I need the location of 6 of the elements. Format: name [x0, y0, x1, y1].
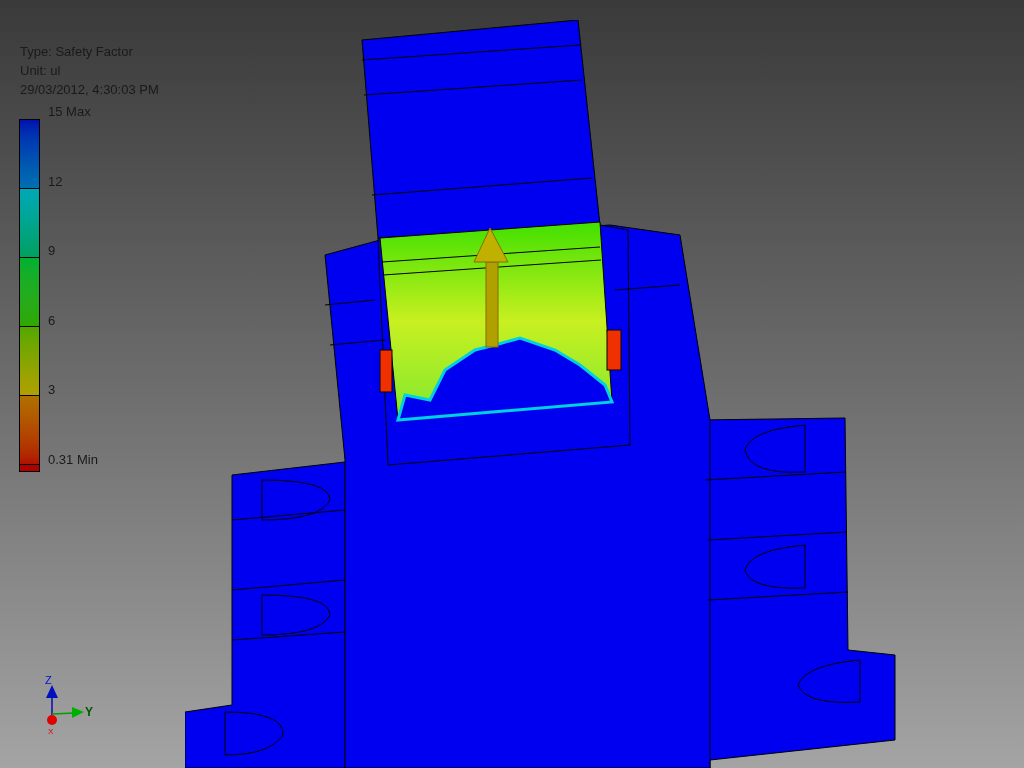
- scale-tick-label: 12: [48, 173, 63, 190]
- scale-tick-label: 3: [48, 382, 56, 398]
- scale-tick-label: 9: [48, 243, 56, 259]
- scale-tick-label: 0.31 Min: [48, 451, 98, 468]
- axis-triad-drawing: Z Y X: [40, 673, 96, 735]
- scale-tick-label: 6: [48, 312, 56, 329]
